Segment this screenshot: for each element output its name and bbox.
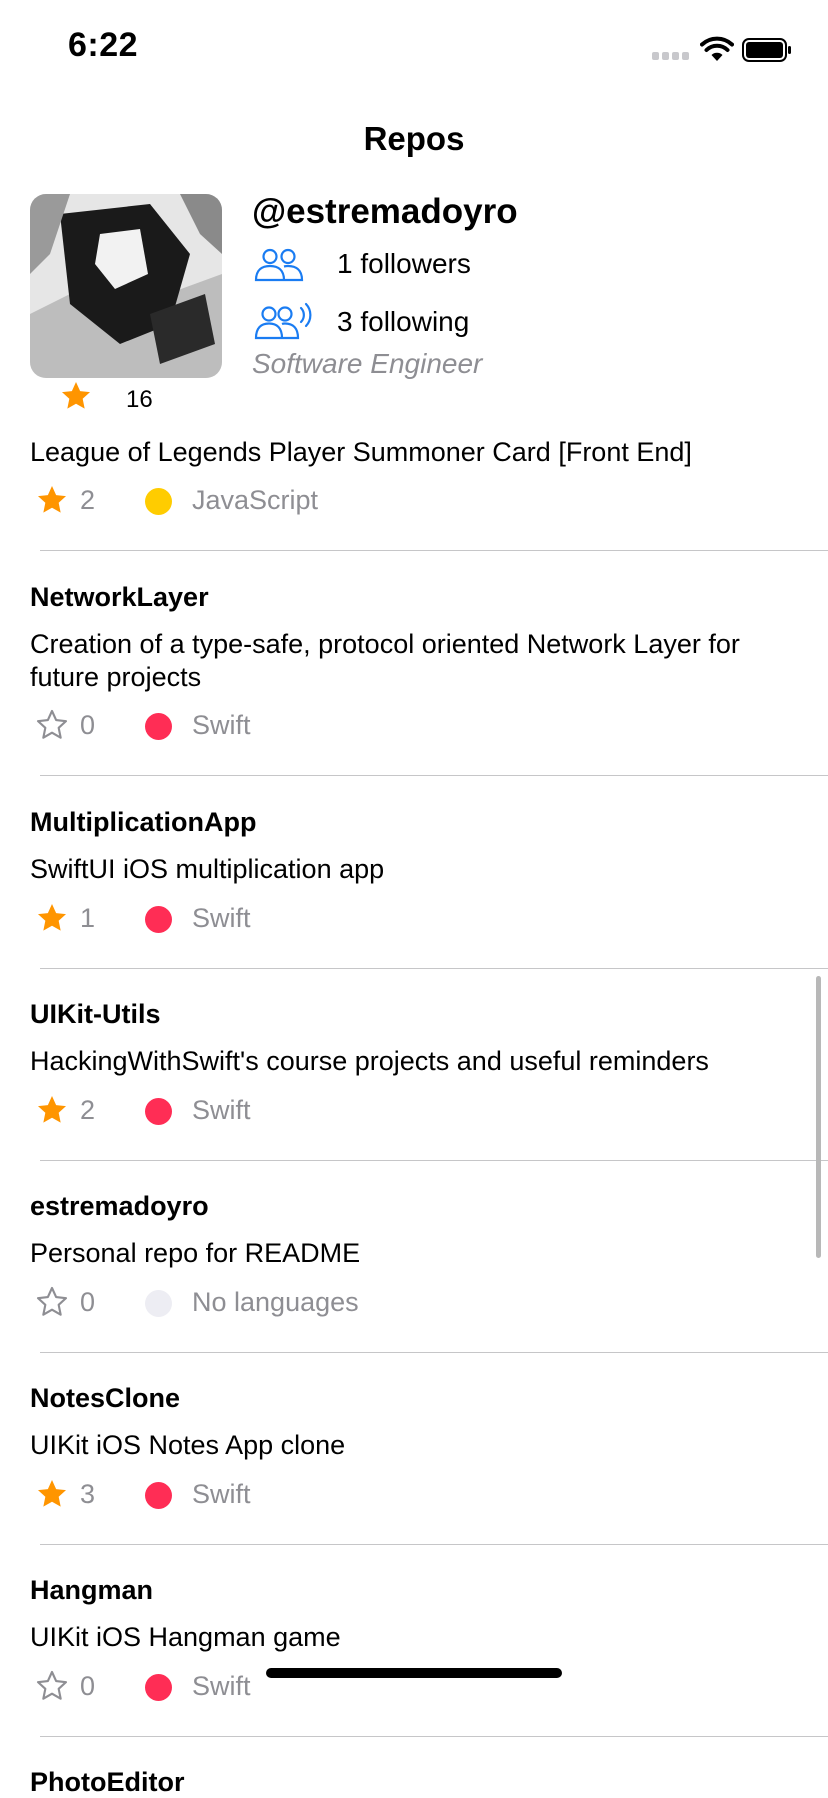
page-title: Repos bbox=[363, 120, 465, 157]
repo-name: PhotoEditor bbox=[30, 1767, 185, 1797]
repo-name: UIKit-Utils bbox=[30, 999, 161, 1029]
language-name: Swift bbox=[192, 710, 251, 740]
star-count: 0 bbox=[80, 710, 96, 740]
language-dot bbox=[145, 1482, 172, 1509]
star-outline-icon bbox=[36, 1670, 68, 1700]
repo-name: estremadoyro bbox=[30, 1191, 209, 1221]
repo-meta: 2 Swift bbox=[30, 1092, 630, 1128]
scrollbar[interactable] bbox=[816, 976, 821, 1258]
star-filled-icon bbox=[38, 1480, 66, 1507]
repo-name: Hangman bbox=[30, 1575, 154, 1605]
star-count: 0 bbox=[80, 1287, 96, 1317]
repo-meta: 2 JavaScript bbox=[30, 482, 630, 518]
separator bbox=[40, 1544, 828, 1545]
language-name: Swift bbox=[192, 903, 251, 933]
language-name: Swift bbox=[192, 1095, 251, 1125]
followers-count[interactable]: 1 followers bbox=[337, 248, 471, 280]
followers-icon bbox=[254, 248, 304, 282]
language-dot bbox=[145, 713, 172, 740]
language-name: JavaScript bbox=[192, 485, 319, 515]
separator bbox=[40, 1736, 828, 1737]
wifi-icon bbox=[700, 36, 734, 61]
language-name: No languages bbox=[192, 1287, 359, 1317]
language-dot bbox=[145, 906, 172, 933]
language-name: Swift bbox=[192, 1671, 251, 1701]
repo-description: UIKit iOS Notes App clone bbox=[30, 1430, 346, 1460]
separator bbox=[40, 1352, 828, 1353]
star-outline-icon bbox=[36, 1286, 68, 1316]
profile-star-count: 16 bbox=[126, 386, 153, 413]
star-count: 0 bbox=[80, 1671, 96, 1701]
home-indicator[interactable] bbox=[266, 1668, 562, 1678]
repo-name: NotesClone bbox=[30, 1383, 181, 1413]
star-count: 2 bbox=[80, 485, 96, 515]
repo-description: UIKit iOS Hangman game bbox=[30, 1622, 341, 1652]
star-count: 2 bbox=[80, 1095, 96, 1125]
repo-name: MultiplicationApp bbox=[30, 807, 257, 837]
language-dot bbox=[145, 1290, 172, 1317]
following-icon bbox=[254, 302, 312, 340]
separator bbox=[40, 968, 828, 969]
language-dot bbox=[145, 1674, 172, 1701]
star-filled-icon bbox=[38, 1096, 66, 1123]
repo-meta: 3 Swift bbox=[30, 1476, 630, 1512]
star-filled-icon bbox=[62, 382, 90, 409]
username: @estremadoyro bbox=[252, 192, 518, 231]
repo-description: HackingWithSwift's course projects and u… bbox=[30, 1046, 709, 1076]
repo-description: Creation of a type-safe, protocol orient… bbox=[30, 629, 740, 692]
repo-meta: 1 Swift bbox=[30, 900, 630, 936]
repo-description: Personal repo for README bbox=[30, 1238, 361, 1268]
language-dot bbox=[145, 488, 172, 515]
separator bbox=[40, 1160, 828, 1161]
separator bbox=[40, 550, 828, 551]
separator bbox=[40, 775, 828, 776]
following-count[interactable]: 3 following bbox=[337, 306, 469, 338]
battery-icon bbox=[742, 38, 791, 62]
repo-description: SwiftUI iOS multiplication app bbox=[30, 854, 385, 884]
language-name: Swift bbox=[192, 1479, 251, 1509]
cellular-signal-icon bbox=[652, 52, 692, 62]
avatar bbox=[30, 194, 222, 378]
repo-meta: 0 Swift bbox=[30, 707, 630, 743]
star-filled-icon bbox=[38, 486, 66, 513]
repo-meta: 0 No languages bbox=[30, 1284, 630, 1320]
star-count: 1 bbox=[80, 903, 96, 933]
star-count: 3 bbox=[80, 1479, 96, 1509]
language-dot bbox=[145, 1098, 172, 1125]
repo-name: NetworkLayer bbox=[30, 582, 209, 612]
star-filled-icon bbox=[38, 904, 66, 931]
repo-description: League of Legends Player Summoner Card [… bbox=[30, 437, 692, 467]
status-time: 6:22 bbox=[68, 26, 139, 64]
star-outline-icon bbox=[36, 709, 68, 739]
user-bio: Software Engineer bbox=[252, 348, 483, 379]
